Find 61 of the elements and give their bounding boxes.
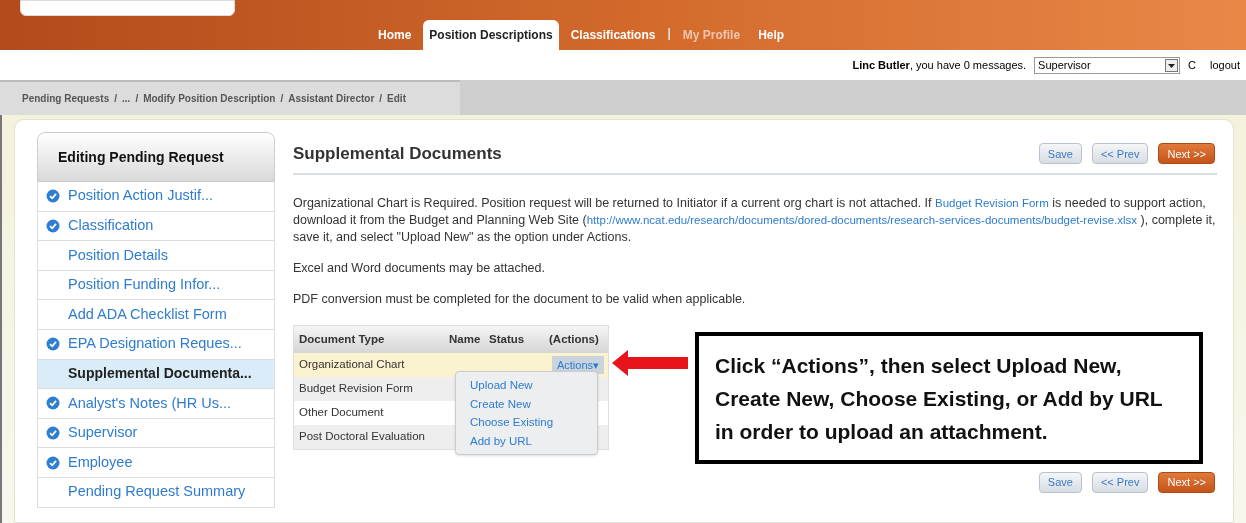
breadcrumb-link[interactable]: ... — [122, 91, 131, 106]
nav-button[interactable]: << Prev — [1091, 143, 1149, 165]
sidebar-item[interactable]: Supplemental Documenta... — [37, 359, 275, 390]
check-icon — [46, 337, 60, 352]
check-icon — [46, 455, 60, 470]
sidebar-item[interactable]: Add ADA Checklist Form — [37, 300, 275, 330]
nav-tab[interactable]: Classifications — [564, 20, 662, 50]
table-cell-text: Other Document — [298, 405, 385, 421]
breadcrumb-separator: / — [135, 92, 139, 106]
column-header: (Actions) — [548, 331, 600, 347]
refresh-button[interactable]: C — [1188, 56, 1196, 74]
next-button[interactable]: Next >> — [1158, 143, 1215, 165]
menu-item[interactable]: Upload New — [470, 376, 583, 395]
column-header: Name — [448, 331, 482, 347]
callout-box: Click “Actions”, then select Upload New, Create New, Choose Existing, or Add by URL in order to upload an attachment. — [695, 332, 1203, 464]
check-icon — [46, 218, 60, 233]
sidebar-item[interactable]: Position Action Justif... — [37, 182, 275, 212]
logout-link[interactable]: logout — [1210, 56, 1240, 74]
sidebar-header: Editing Pending Request — [37, 132, 275, 182]
nav-separator: | — [667, 25, 671, 42]
breadcrumb-link[interactable]: Modify Position Description — [143, 91, 276, 106]
document-link[interactable]: http://www.ncat.edu/research/documents/dored-documents/research-services-documents/budget-revise.xlsx — [586, 213, 1138, 226]
nav-tab[interactable]: Home — [372, 20, 418, 50]
nav-tab[interactable]: Help — [752, 20, 791, 50]
note-text: Excel and Word documents may be attached. — [293, 259, 546, 277]
breadcrumb-separator: / — [379, 92, 383, 106]
nav-button[interactable]: Save — [1038, 143, 1082, 165]
sidebar-item[interactable]: Pending Request Summary — [37, 477, 275, 508]
sidebar-item[interactable]: Analyst's Notes (HR Us... — [37, 389, 275, 419]
note-text: PDF conversion must be completed for the document to be valid when applicable. — [293, 291, 747, 309]
column-header: Document Type — [298, 331, 386, 347]
nav-tab[interactable]: Position Descriptions — [423, 20, 559, 50]
breadcrumb-separator: / — [280, 92, 284, 106]
nav-button[interactable]: Save — [1038, 472, 1082, 493]
sidebar-item[interactable]: Supervisor — [37, 418, 275, 449]
document-link[interactable]: Budget Revision Form — [935, 196, 1049, 209]
breadcrumb-separator: / — [114, 92, 118, 106]
table-cell-text: Post Doctoral Evaluation — [298, 429, 426, 445]
column-header: Status — [488, 331, 526, 347]
table-cell-text: Budget Revision Form — [298, 381, 414, 397]
sidebar-item[interactable]: Classification — [37, 211, 275, 242]
table-cell-text: Organizational Chart — [298, 357, 406, 373]
dropdown-icon — [1165, 58, 1179, 72]
breadcrumb-link[interactable]: Edit — [387, 91, 406, 106]
nav-button[interactable]: << Prev — [1091, 472, 1149, 493]
menu-item[interactable]: Add by URL — [470, 431, 583, 450]
role-select[interactable]: Supervisor — [1034, 56, 1181, 74]
sidebar-item[interactable]: Employee — [37, 448, 275, 478]
sidebar-item[interactable]: Position Details — [37, 241, 275, 271]
sidebar-item[interactable]: EPA Designation Reques... — [37, 329, 275, 360]
actions-button[interactable]: Actions▾ — [551, 356, 604, 374]
section-title: Supplemental Documents — [293, 143, 502, 165]
next-button[interactable]: Next >> — [1158, 472, 1215, 493]
check-icon — [46, 396, 60, 411]
breadcrumb-link[interactable]: Pending Requests — [22, 91, 110, 106]
check-icon — [46, 426, 60, 441]
welcome-text: Linc Butler, you have 0 messages. — [852, 57, 1027, 73]
sidebar-item[interactable]: Position Funding Infor... — [37, 270, 275, 301]
instructions-text: Organizational Chart is Required. Position request will be returned to Initiator if a current org chart is not attached. If Budget Revision Form is needed to support action, download it from the Budget and Planning Web Site (http://www.ncat.edu/research/documents/dored-documents/research-services-documents/budget-revise.xlsx ), complete it, save it, and select "Upload New" as the option under Actions. — [293, 194, 1217, 246]
breadcrumb-link[interactable]: Assistant Director — [288, 91, 375, 106]
check-icon — [46, 189, 60, 204]
